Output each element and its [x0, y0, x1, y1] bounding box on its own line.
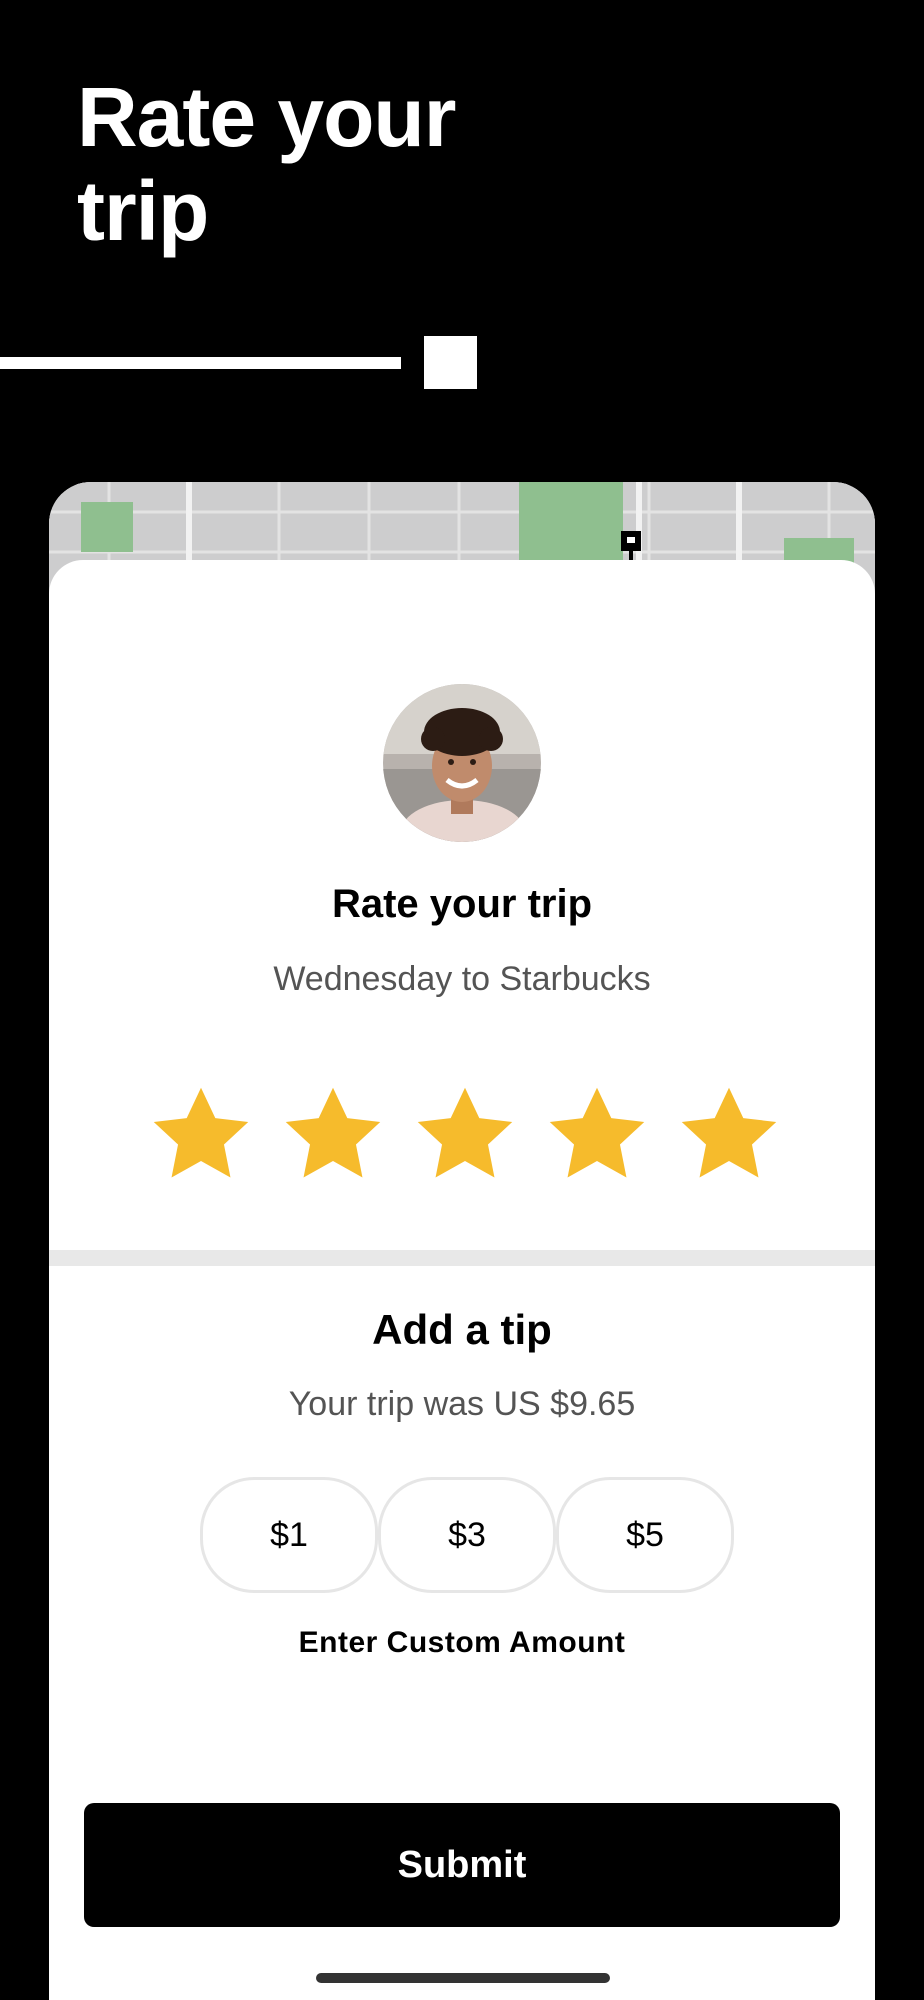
star-icon[interactable]: [545, 1085, 649, 1185]
page-title: Rate your trip: [77, 70, 456, 258]
rate-heading: Rate your trip: [331, 882, 593, 926]
map-park: [81, 502, 133, 552]
star-icon[interactable]: [677, 1085, 781, 1185]
tip-option-1-button[interactable]: $1: [200, 1477, 378, 1593]
star-icon[interactable]: [281, 1085, 385, 1185]
tip-heading: Add a tip: [372, 1306, 552, 1353]
star-rating: [149, 1085, 789, 1185]
home-indicator[interactable]: [316, 1973, 610, 1983]
submit-button[interactable]: Submit: [84, 1803, 840, 1927]
trip-fare: Your trip was US $9.65: [288, 1385, 636, 1423]
star-icon[interactable]: [149, 1085, 253, 1185]
tip-option-3-button[interactable]: $3: [378, 1477, 556, 1593]
tip-option-5-button[interactable]: $5: [556, 1477, 734, 1593]
rating-sheet: Rate your trip Wednesday to Starbucks Ad…: [49, 560, 875, 2000]
driver-avatar: [383, 684, 541, 842]
phone-frame: Rate your trip Wednesday to Starbucks Ad…: [49, 482, 875, 2000]
custom-amount-link[interactable]: Enter Custom Amount: [49, 1626, 875, 1660]
section-divider: [49, 1250, 875, 1266]
progress-square: [424, 336, 477, 389]
map-park: [519, 482, 623, 562]
progress-line: [0, 357, 401, 369]
trip-subtitle: Wednesday to Starbucks: [273, 960, 651, 998]
star-icon[interactable]: [413, 1085, 517, 1185]
